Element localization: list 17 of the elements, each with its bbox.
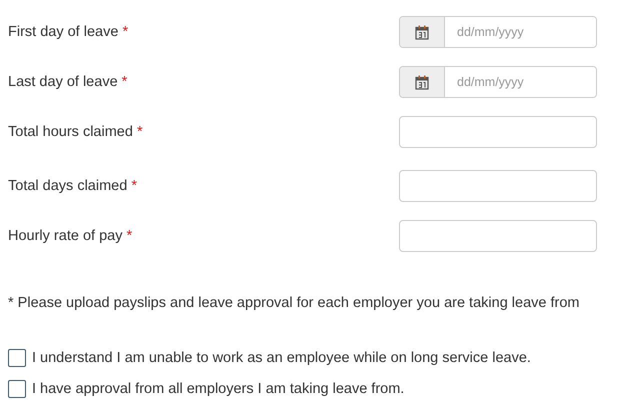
field-label: Total days claimed * bbox=[8, 178, 137, 194]
field-label: Last day of leave * bbox=[8, 74, 128, 90]
checkbox-label: I understand I am unable to work as an employee while on long service leave. bbox=[32, 350, 531, 366]
upload-note: * Please upload payslips and leave approval for each employer you are taking leave from bbox=[8, 295, 580, 311]
date-field[interactable]: dd/mm/yyyy bbox=[399, 16, 597, 48]
input-field[interactable] bbox=[399, 116, 597, 148]
input-field[interactable] bbox=[399, 220, 597, 252]
field-label: First day of leave * bbox=[8, 24, 128, 40]
checkbox[interactable] bbox=[8, 349, 26, 367]
checkbox-label: I have approval from all employers I am taking leave from. bbox=[32, 381, 404, 397]
calendar-icon bbox=[415, 24, 429, 40]
date-field[interactable]: dd/mm/yyyy bbox=[399, 66, 597, 98]
checkbox[interactable] bbox=[8, 380, 26, 398]
calendar-icon bbox=[415, 74, 429, 90]
field-label: Total hours claimed * bbox=[8, 124, 143, 140]
field-label: Hourly rate of pay * bbox=[8, 228, 132, 244]
input-field[interactable] bbox=[399, 170, 597, 202]
